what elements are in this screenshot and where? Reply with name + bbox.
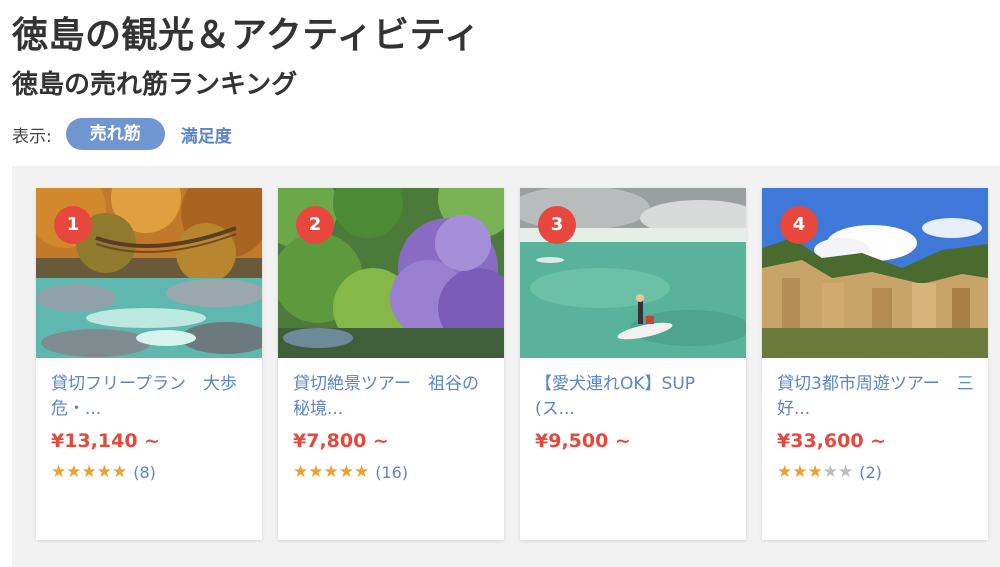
sort-label: 表示:	[12, 126, 52, 147]
star-icon: ★	[112, 462, 128, 482]
card-image-autumn-river[interactable]: 1	[36, 188, 262, 358]
sort-satisfaction-link[interactable]: 満足度	[181, 122, 232, 147]
ranking-card-1[interactable]: 1 貸切フリープラン 大歩危・... ¥13,140 ~ ★★★★★ (8)	[36, 188, 262, 540]
card-title-link[interactable]: 貸切3都市周遊ツアー 三好...	[777, 372, 974, 422]
ranking-card-3[interactable]: 3 【愛犬連れOK】SUP(ス... ¥9,500 ~	[520, 188, 746, 540]
card-price: ¥7,800 ~	[293, 430, 389, 452]
star-icon: ★	[777, 462, 793, 482]
star-icon: ★	[323, 462, 339, 482]
ranking-card-2[interactable]: 2 貸切絶景ツアー 祖谷の秘境... ¥7,800 ~ ★★★★★ (16)	[278, 188, 504, 540]
star-empty-icon: ★	[838, 462, 854, 482]
card-title-link[interactable]: 貸切絶景ツアー 祖谷の秘境...	[293, 372, 490, 422]
star-icon: ★	[66, 462, 82, 482]
star-icon: ★	[354, 462, 370, 482]
card-price: ¥9,500 ~	[535, 430, 631, 452]
card-rating: ★★★★★ (8)	[51, 460, 248, 484]
review-count-link[interactable]: (16)	[375, 463, 408, 482]
ranking-card-4[interactable]: 4 貸切3都市周遊ツアー 三好... ¥33,600 ~ ★★★★★ (2)	[762, 188, 988, 540]
star-icon: ★	[338, 462, 354, 482]
review-count-link[interactable]: (8)	[133, 463, 156, 482]
card-price: ¥13,140 ~	[51, 430, 161, 452]
sort-bestseller-button[interactable]: 売れ筋	[65, 118, 165, 150]
card-price: ¥33,600 ~	[777, 430, 887, 452]
star-icon: ★	[807, 462, 823, 482]
card-title-link[interactable]: 貸切フリープラン 大歩危・...	[51, 372, 248, 422]
card-rating: ★★★★★ (16)	[293, 460, 490, 484]
star-icon: ★	[308, 462, 324, 482]
section-title: 徳島の売れ筋ランキング	[12, 70, 298, 100]
rank-badge: 4	[780, 206, 818, 244]
rank-badge: 1	[54, 206, 92, 244]
star-rating: ★★★★★	[293, 462, 369, 482]
star-rating: ★★★★★	[777, 462, 853, 482]
rank-badge: 2	[296, 206, 334, 244]
page-title: 徳島の観光＆アクティビティ	[12, 15, 481, 56]
card-title-link[interactable]: 【愛犬連れOK】SUP(ス...	[535, 372, 732, 422]
star-icon: ★	[792, 462, 808, 482]
star-empty-icon: ★	[822, 462, 838, 482]
star-icon: ★	[81, 462, 97, 482]
card-image-earth-pillars[interactable]: 4	[762, 188, 988, 358]
star-icon: ★	[51, 462, 67, 482]
sort-toggle: 表示: 売れ筋 満足度	[12, 118, 232, 150]
review-count-link[interactable]: (2)	[859, 463, 882, 482]
star-icon: ★	[96, 462, 112, 482]
star-icon: ★	[293, 462, 309, 482]
star-rating: ★★★★★	[51, 462, 127, 482]
rank-badge: 3	[538, 206, 576, 244]
ranking-panel: 1 貸切フリープラン 大歩危・... ¥13,140 ~ ★★★★★ (8) 2…	[12, 166, 1000, 567]
card-image-wisteria-gorge[interactable]: 2	[278, 188, 504, 358]
card-rating: ★★★★★ (2)	[777, 460, 974, 484]
card-image-river-sup[interactable]: 3	[520, 188, 746, 358]
